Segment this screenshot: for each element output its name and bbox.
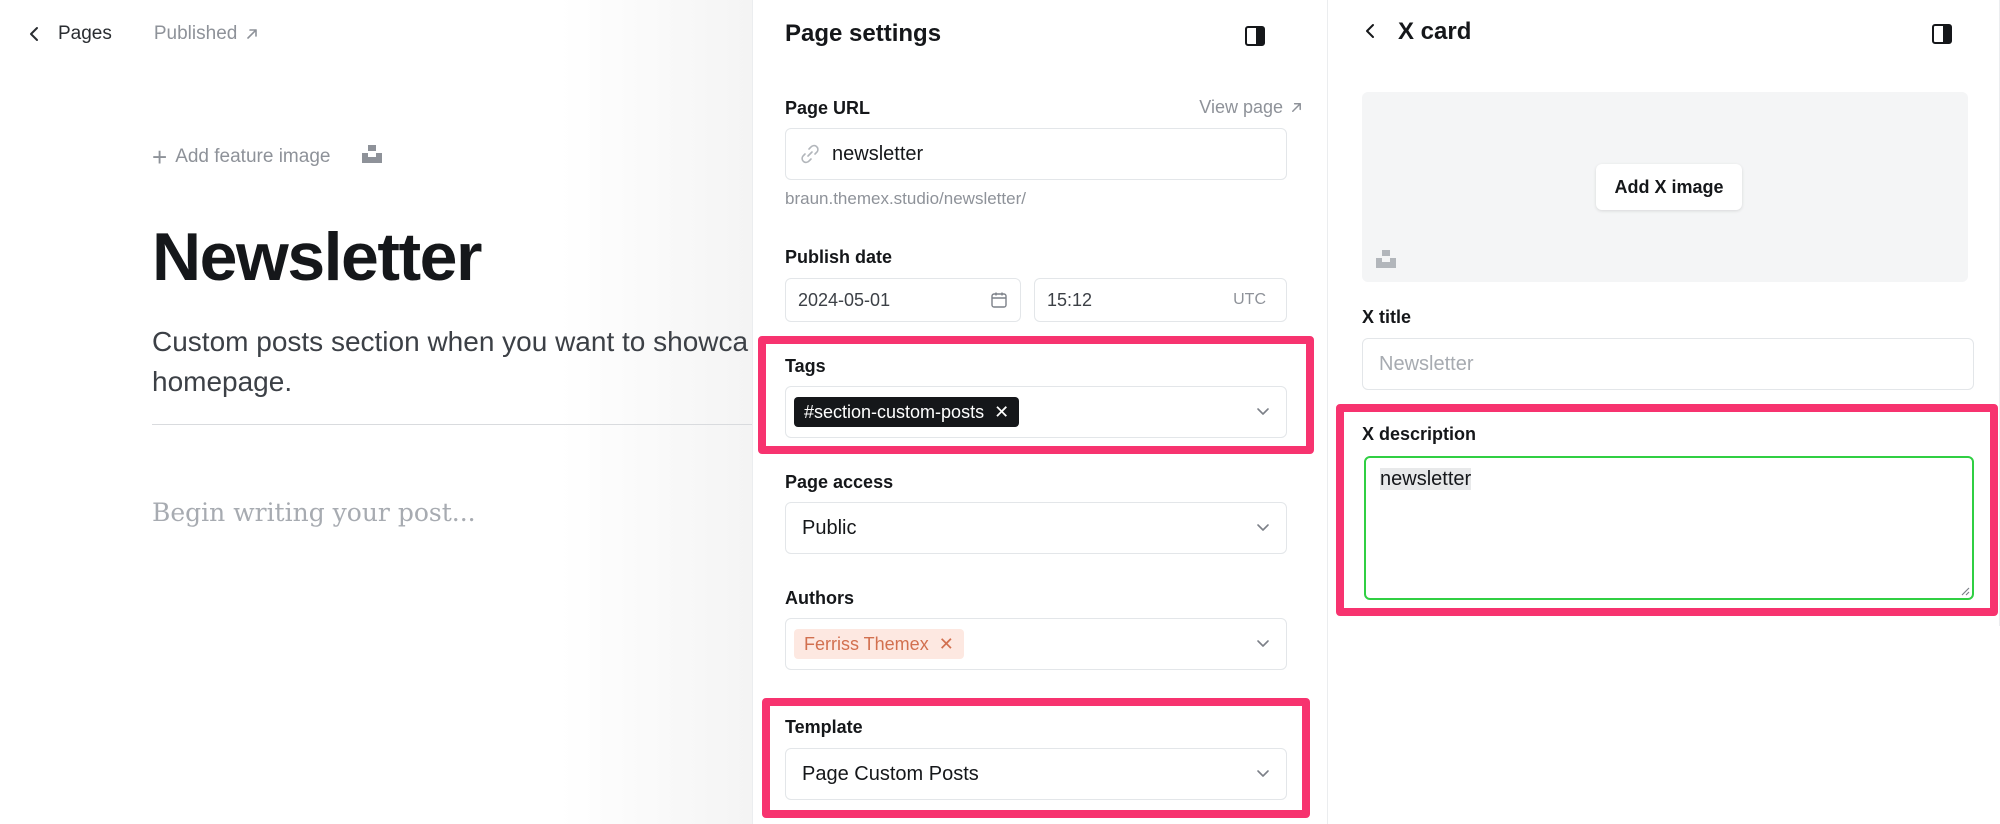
page-url-preview: braun.themex.studio/newsletter/ [785, 189, 1026, 208]
chevron-down-icon [1257, 524, 1269, 531]
calendar-icon[interactable] [990, 291, 1008, 309]
publish-date-label: Publish date [785, 247, 893, 267]
x-description-label: X description [1362, 424, 1477, 444]
link-icon [801, 144, 819, 164]
template-label: Template [785, 717, 863, 737]
authors-label: Authors [785, 588, 854, 608]
unsplash-icon[interactable] [362, 145, 383, 169]
page-access-value: Public [802, 516, 857, 539]
tag-chip[interactable]: #section-custom-posts ✕ [794, 397, 1020, 427]
publish-date-input[interactable]: 2024-05-01 [785, 278, 1021, 322]
resize-grip-icon[interactable] [1960, 586, 1970, 596]
x-title-placeholder: Newsletter [1379, 352, 1474, 375]
publish-time-input[interactable]: 15:12 UTC [1034, 278, 1287, 322]
author-chip[interactable]: Ferriss Themex ✕ [794, 629, 964, 659]
add-x-image-button[interactable]: Add X image [1596, 164, 1742, 210]
post-title[interactable]: Newsletter [152, 218, 482, 296]
page-url-value: newsletter [832, 142, 924, 165]
chevron-down-icon [1257, 408, 1269, 415]
page-url-input[interactable]: newsletter [785, 128, 1287, 180]
authors-input[interactable]: Ferriss Themex ✕ [785, 618, 1287, 670]
remove-author-icon[interactable]: ✕ [939, 634, 954, 655]
chevron-down-icon [1257, 770, 1269, 777]
post-excerpt-line-1: Custom posts section when you want to sh… [152, 326, 749, 357]
publish-date-value: 2024-05-01 [798, 289, 891, 310]
excerpt-divider [152, 424, 752, 425]
unsplash-icon[interactable] [1376, 250, 1396, 268]
tag-chip-label: #section-custom-posts [804, 401, 985, 422]
tags-input[interactable]: #section-custom-posts ✕ [785, 386, 1287, 438]
template-select[interactable]: Page Custom Posts [785, 748, 1287, 800]
view-page-link[interactable]: View page [1199, 97, 1303, 118]
template-value: Page Custom Posts [802, 762, 979, 785]
editor-overlay-fade [560, 0, 752, 824]
publish-time-value: 15:12 [1047, 289, 1093, 310]
editor-topbar: Pages Published [26, 20, 259, 48]
back-to-pages-link[interactable]: Pages [58, 23, 112, 45]
x-title-input[interactable]: Newsletter [1362, 338, 1974, 390]
page-access-label: Page access [785, 472, 894, 492]
publish-status-label: Published [153, 23, 238, 44]
arrow-up-right-icon [1292, 103, 1301, 112]
chevron-left-icon[interactable] [1362, 22, 1380, 40]
add-feature-image-button[interactable]: Add feature image [175, 146, 330, 168]
remove-tag-icon[interactable]: ✕ [994, 402, 1009, 423]
x-title-label: X title [1362, 307, 1412, 327]
editor-pane: Pages Published + Add feature image News… [0, 0, 752, 824]
page-settings-title: Page settings [785, 20, 942, 47]
publish-status[interactable]: Published [154, 23, 259, 45]
post-excerpt[interactable]: Custom posts section when you want to sh… [152, 322, 752, 402]
x-card-title: X card [1398, 18, 1472, 45]
add-feature-image-row: + Add feature image [152, 142, 383, 172]
timezone-label: UTC [1233, 291, 1266, 308]
chevron-down-icon [1257, 640, 1269, 647]
page-url-label: Page URL [785, 98, 871, 118]
sidebar-toggle-icon[interactable] [1932, 24, 1952, 44]
x-description-textarea[interactable]: newsletter [1364, 456, 1974, 600]
view-page-label: View page [1199, 97, 1283, 117]
sidebar-toggle-icon[interactable] [1245, 26, 1265, 46]
page-settings-panel: Page settings Page URL View page newslet… [752, 0, 1328, 824]
plus-icon: + [152, 142, 168, 172]
chevron-left-icon[interactable] [26, 25, 44, 43]
tags-label: Tags [785, 356, 826, 376]
x-card-panel: X card X title Newsletter X description … [1328, 0, 2000, 824]
page-access-select[interactable]: Public [785, 502, 1287, 554]
x-description-value: newsletter [1380, 468, 1472, 490]
post-body-placeholder[interactable]: Begin writing your post... [152, 498, 476, 527]
author-chip-label: Ferriss Themex [804, 633, 929, 654]
post-excerpt-line-2: homepage. [152, 366, 293, 397]
arrow-up-right-icon [247, 29, 258, 39]
